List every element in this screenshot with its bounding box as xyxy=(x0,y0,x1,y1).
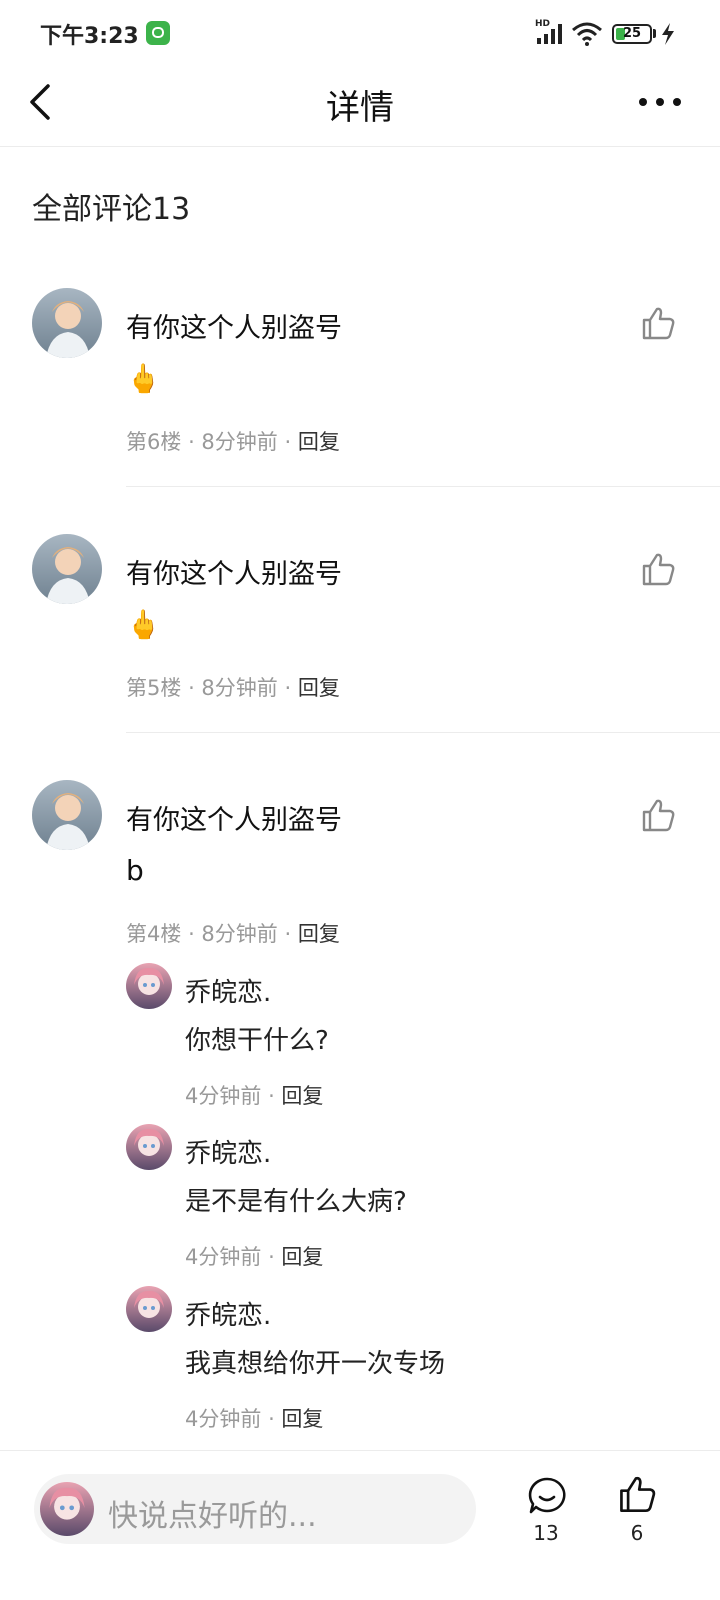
comment-meta: 第6楼 · 8分钟前 · 回复 xyxy=(126,430,340,454)
wifi-icon xyxy=(572,22,602,46)
reply-meta: 4分钟前 · 回复 xyxy=(185,1245,324,1269)
avatar[interactable] xyxy=(32,288,102,358)
more-icon[interactable] xyxy=(638,97,682,107)
comment-input-placeholder[interactable]: 快说点好听的... xyxy=(108,1491,317,1535)
comment-floor: 第5楼 xyxy=(126,676,182,700)
reply-avatar[interactable] xyxy=(126,1286,172,1332)
comment-time: 8分钟前 xyxy=(201,676,278,700)
comment-divider xyxy=(126,732,720,733)
comment-floor: 第6楼 xyxy=(126,430,182,454)
comment-meta: 第5楼 · 8分钟前 · 回复 xyxy=(126,676,340,700)
reply-button[interactable]: 回复 xyxy=(281,1084,323,1108)
reply-author[interactable]: 乔皖恋. xyxy=(185,1133,271,1170)
comment-content: b xyxy=(126,854,144,887)
reply-time: 4分钟前 xyxy=(185,1407,262,1431)
comment-content: 🖕 xyxy=(126,608,161,641)
comment-author[interactable]: 有你这个人别盗号 xyxy=(126,306,342,345)
comment-divider xyxy=(126,486,720,487)
reply-button[interactable]: 回复 xyxy=(298,922,340,946)
reply-avatar[interactable] xyxy=(126,963,172,1009)
comment-count: 13 xyxy=(533,1521,559,1545)
like-count: 6 xyxy=(630,1521,644,1545)
reply-button[interactable]: 回复 xyxy=(281,1407,323,1431)
thumbs-up-icon[interactable] xyxy=(640,305,676,341)
bottom-bar-divider xyxy=(0,1450,720,1451)
app-notification-icon xyxy=(146,21,170,45)
comment-time: 8分钟前 xyxy=(201,922,278,946)
battery-icon: 25 xyxy=(612,24,652,44)
comment-time: 8分钟前 xyxy=(201,430,278,454)
reply-author[interactable]: 乔皖恋. xyxy=(185,1295,271,1332)
reply-time: 4分钟前 xyxy=(185,1084,262,1108)
reply-button[interactable]: 回复 xyxy=(298,676,340,700)
comment-author[interactable]: 有你这个人别盗号 xyxy=(126,552,342,591)
battery-level: 25 xyxy=(622,26,642,41)
page-title: 详情 xyxy=(326,88,394,128)
reply-content: 我真想给你开一次专场 xyxy=(185,1349,446,1379)
signal-icon xyxy=(537,24,562,44)
reply-button[interactable]: 回复 xyxy=(298,430,340,454)
status-time: 下午3:23 xyxy=(40,24,139,49)
comment-meta: 第4楼 · 8分钟前 · 回复 xyxy=(126,922,340,946)
comment-bubble-icon[interactable] xyxy=(527,1476,567,1516)
avatar[interactable] xyxy=(32,534,102,604)
charging-bolt-icon xyxy=(662,23,674,45)
thumbs-up-icon[interactable] xyxy=(617,1474,657,1514)
reply-button[interactable]: 回复 xyxy=(281,1245,323,1269)
comment-content: 🖕 xyxy=(126,362,161,395)
my-avatar xyxy=(40,1482,94,1536)
comment-floor: 第4楼 xyxy=(126,922,182,946)
thumbs-up-icon[interactable] xyxy=(640,797,676,833)
reply-avatar[interactable] xyxy=(126,1124,172,1170)
reply-content: 你想干什么? xyxy=(185,1026,329,1056)
avatar[interactable] xyxy=(32,780,102,850)
battery-tip xyxy=(653,29,656,38)
reply-meta: 4分钟前 · 回复 xyxy=(185,1407,324,1431)
reply-meta: 4分钟前 · 回复 xyxy=(185,1084,324,1108)
comments-section-title: 全部评论13 xyxy=(32,192,191,227)
thumbs-up-icon[interactable] xyxy=(640,551,676,587)
reply-content: 是不是有什么大病? xyxy=(185,1187,407,1217)
reply-author[interactable]: 乔皖恋. xyxy=(185,972,271,1009)
comment-author[interactable]: 有你这个人别盗号 xyxy=(126,798,342,837)
header-divider xyxy=(0,146,720,147)
reply-time: 4分钟前 xyxy=(185,1245,262,1269)
